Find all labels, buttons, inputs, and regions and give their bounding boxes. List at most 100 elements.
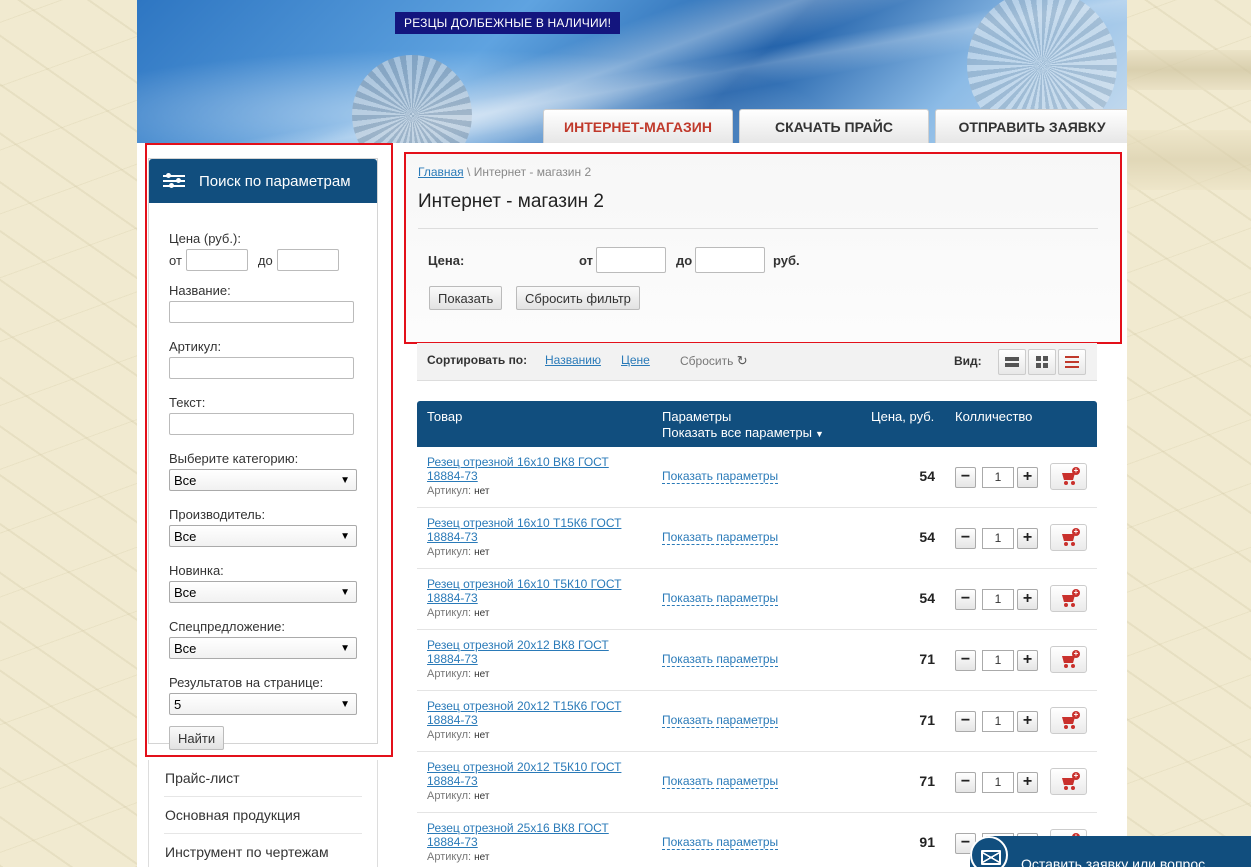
article-value: нет: [474, 486, 490, 497]
product-name-link[interactable]: Резец отрезной 25х16 ВК8 ГОСТ 18884-73: [427, 821, 642, 849]
article-value: нет: [474, 608, 490, 619]
table-row: Резец отрезной 20х12 Т5К10 ГОСТ 18884-73…: [417, 752, 1097, 813]
article-label: Артикул:: [427, 851, 472, 863]
show-params-link[interactable]: Показать параметры: [662, 469, 779, 484]
quantity-input[interactable]: 1: [982, 772, 1014, 793]
header-banner: РЕЗЦЫ ДОЛБЕЖНЫЕ В НАЛИЧИИ! ИНТЕРНЕТ-МАГА…: [137, 0, 1127, 143]
add-to-cart-button[interactable]: +: [1050, 707, 1087, 734]
quantity-input[interactable]: 1: [982, 528, 1014, 549]
quantity-decrease-button[interactable]: −: [955, 772, 976, 793]
quantity-decrease-button[interactable]: −: [955, 650, 976, 671]
callback-text: Оставить заявку или вопрос: [1021, 856, 1206, 867]
quantity-input[interactable]: 1: [982, 650, 1014, 671]
article-value: нет: [474, 547, 490, 558]
show-params-link[interactable]: Показать параметры: [662, 591, 779, 606]
column-price: Цена, руб.: [871, 409, 935, 424]
show-params-link[interactable]: Показать параметры: [662, 835, 779, 850]
product-name-link[interactable]: Резец отрезной 20х12 Т5К10 ГОСТ 18884-73: [427, 760, 642, 788]
show-params-link[interactable]: Показать параметры: [662, 652, 779, 667]
sort-by-name-link[interactable]: Названию: [545, 353, 601, 367]
product-article: Артикул: нет: [427, 485, 489, 497]
page-background-left: [0, 0, 137, 867]
product-price: 54: [919, 590, 935, 606]
refresh-icon: ↻: [736, 353, 748, 368]
add-to-cart-button[interactable]: +: [1050, 524, 1087, 551]
product-price: 54: [919, 468, 935, 484]
show-params-link[interactable]: Показать параметры: [662, 530, 779, 545]
table-row: Резец отрезной 16х10 Т5К10 ГОСТ 18884-73…: [417, 569, 1097, 630]
side-menu-item-price-list[interactable]: Прайс-лист: [164, 760, 362, 797]
article-value: нет: [474, 791, 490, 802]
quantity-decrease-button[interactable]: −: [955, 467, 976, 488]
product-name-link[interactable]: Резец отрезной 20х12 Т15К6 ГОСТ 18884-73: [427, 699, 642, 727]
product-article: Артикул: нет: [427, 790, 489, 802]
quantity-input[interactable]: 1: [982, 711, 1014, 732]
quantity-input[interactable]: 1: [982, 467, 1014, 488]
quantity-increase-button[interactable]: +: [1017, 467, 1038, 488]
products-table-header: Товар Параметры Показать все параметры ▼ …: [417, 401, 1097, 447]
side-menu-item-tools-by-drawings[interactable]: Инструмент по чертежам: [164, 834, 362, 867]
product-article: Артикул: нет: [427, 607, 489, 619]
add-to-cart-button[interactable]: +: [1050, 585, 1087, 612]
quantity-decrease-button[interactable]: −: [955, 528, 976, 549]
sort-bar: Сортировать по: Названию Цене Сбросить ↻…: [417, 343, 1097, 381]
show-all-params-toggle[interactable]: Показать все параметры ▼: [662, 425, 824, 440]
products-table-body: Резец отрезной 16х10 ВК8 ГОСТ 18884-73 А…: [417, 447, 1097, 867]
decorative-tool: [1127, 50, 1251, 90]
side-menu-item-main-products[interactable]: Основная продукция: [164, 797, 362, 834]
add-to-cart-button[interactable]: +: [1050, 768, 1087, 795]
quantity-decrease-button[interactable]: −: [955, 711, 976, 732]
add-to-cart-button[interactable]: +: [1050, 463, 1087, 490]
article-label: Артикул:: [427, 790, 472, 802]
show-params-link[interactable]: Показать параметры: [662, 713, 779, 728]
article-value: нет: [474, 669, 490, 680]
decorative-tool: [1127, 130, 1251, 190]
show-all-params-label: Показать все параметры: [662, 425, 812, 440]
view-label: Вид:: [954, 354, 982, 368]
article-label: Артикул:: [427, 485, 472, 497]
gear-image: [352, 55, 472, 143]
article-label: Артикул:: [427, 729, 472, 741]
quantity-increase-button[interactable]: +: [1017, 711, 1038, 732]
view-grid-button[interactable]: [1028, 349, 1056, 375]
quantity-increase-button[interactable]: +: [1017, 528, 1038, 549]
page-background-right: [1127, 0, 1251, 867]
product-price: 91: [919, 834, 935, 850]
product-name-link[interactable]: Резец отрезной 16х10 Т5К10 ГОСТ 18884-73: [427, 577, 642, 605]
product-name-link[interactable]: Резец отрезной 16х10 Т15К6 ГОСТ 18884-73: [427, 516, 642, 544]
show-params-link[interactable]: Показать параметры: [662, 774, 779, 789]
promo-badge[interactable]: РЕЗЦЫ ДОЛБЕЖНЫЕ В НАЛИЧИИ!: [395, 12, 621, 34]
nav-send-request[interactable]: ОТПРАВИТЬ ЗАЯВКУ: [935, 109, 1127, 143]
quantity-decrease-button[interactable]: −: [955, 589, 976, 610]
product-price: 71: [919, 651, 935, 667]
product-name-link[interactable]: Резец отрезной 16х10 ВК8 ГОСТ 18884-73: [427, 455, 642, 483]
article-label: Артикул:: [427, 546, 472, 558]
callback-widget[interactable]: Оставить заявку или вопрос: [970, 836, 1251, 867]
nav-download-price[interactable]: СКАЧАТЬ ПРАЙС: [739, 109, 929, 143]
grid-view-icon: [1036, 356, 1048, 368]
cart-add-icon: +: [1060, 589, 1080, 607]
table-row: Резец отрезной 20х12 Т15К6 ГОСТ 18884-73…: [417, 691, 1097, 752]
page-container: РЕЗЦЫ ДОЛБЕЖНЫЕ В НАЛИЧИИ! ИНТЕРНЕТ-МАГА…: [137, 0, 1127, 867]
nav-shop[interactable]: ИНТЕРНЕТ-МАГАЗИН: [543, 109, 733, 143]
product-article: Артикул: нет: [427, 729, 489, 741]
caret-down-icon: ▼: [814, 429, 824, 439]
top-nav: ИНТЕРНЕТ-МАГАЗИН СКАЧАТЬ ПРАЙС ОТПРАВИТЬ…: [543, 109, 1127, 143]
table-row: Резец отрезной 16х10 ВК8 ГОСТ 18884-73 А…: [417, 447, 1097, 508]
highlight-frame: [145, 143, 393, 757]
product-name-link[interactable]: Резец отрезной 20х12 ВК8 ГОСТ 18884-73: [427, 638, 642, 666]
article-value: нет: [474, 852, 490, 863]
quantity-increase-button[interactable]: +: [1017, 772, 1038, 793]
add-to-cart-button[interactable]: +: [1050, 646, 1087, 673]
view-table-button[interactable]: [1058, 349, 1086, 375]
column-params: Параметры Показать все параметры ▼: [662, 409, 824, 440]
quantity-increase-button[interactable]: +: [1017, 650, 1038, 671]
view-list-button[interactable]: [998, 349, 1026, 375]
cart-add-icon: +: [1060, 772, 1080, 790]
sort-reset[interactable]: Сбросить ↻: [680, 353, 748, 369]
highlight-frame: [404, 152, 1122, 344]
quantity-input[interactable]: 1: [982, 589, 1014, 610]
product-price: 54: [919, 529, 935, 545]
quantity-increase-button[interactable]: +: [1017, 589, 1038, 610]
sort-by-price-link[interactable]: Цене: [621, 353, 650, 367]
